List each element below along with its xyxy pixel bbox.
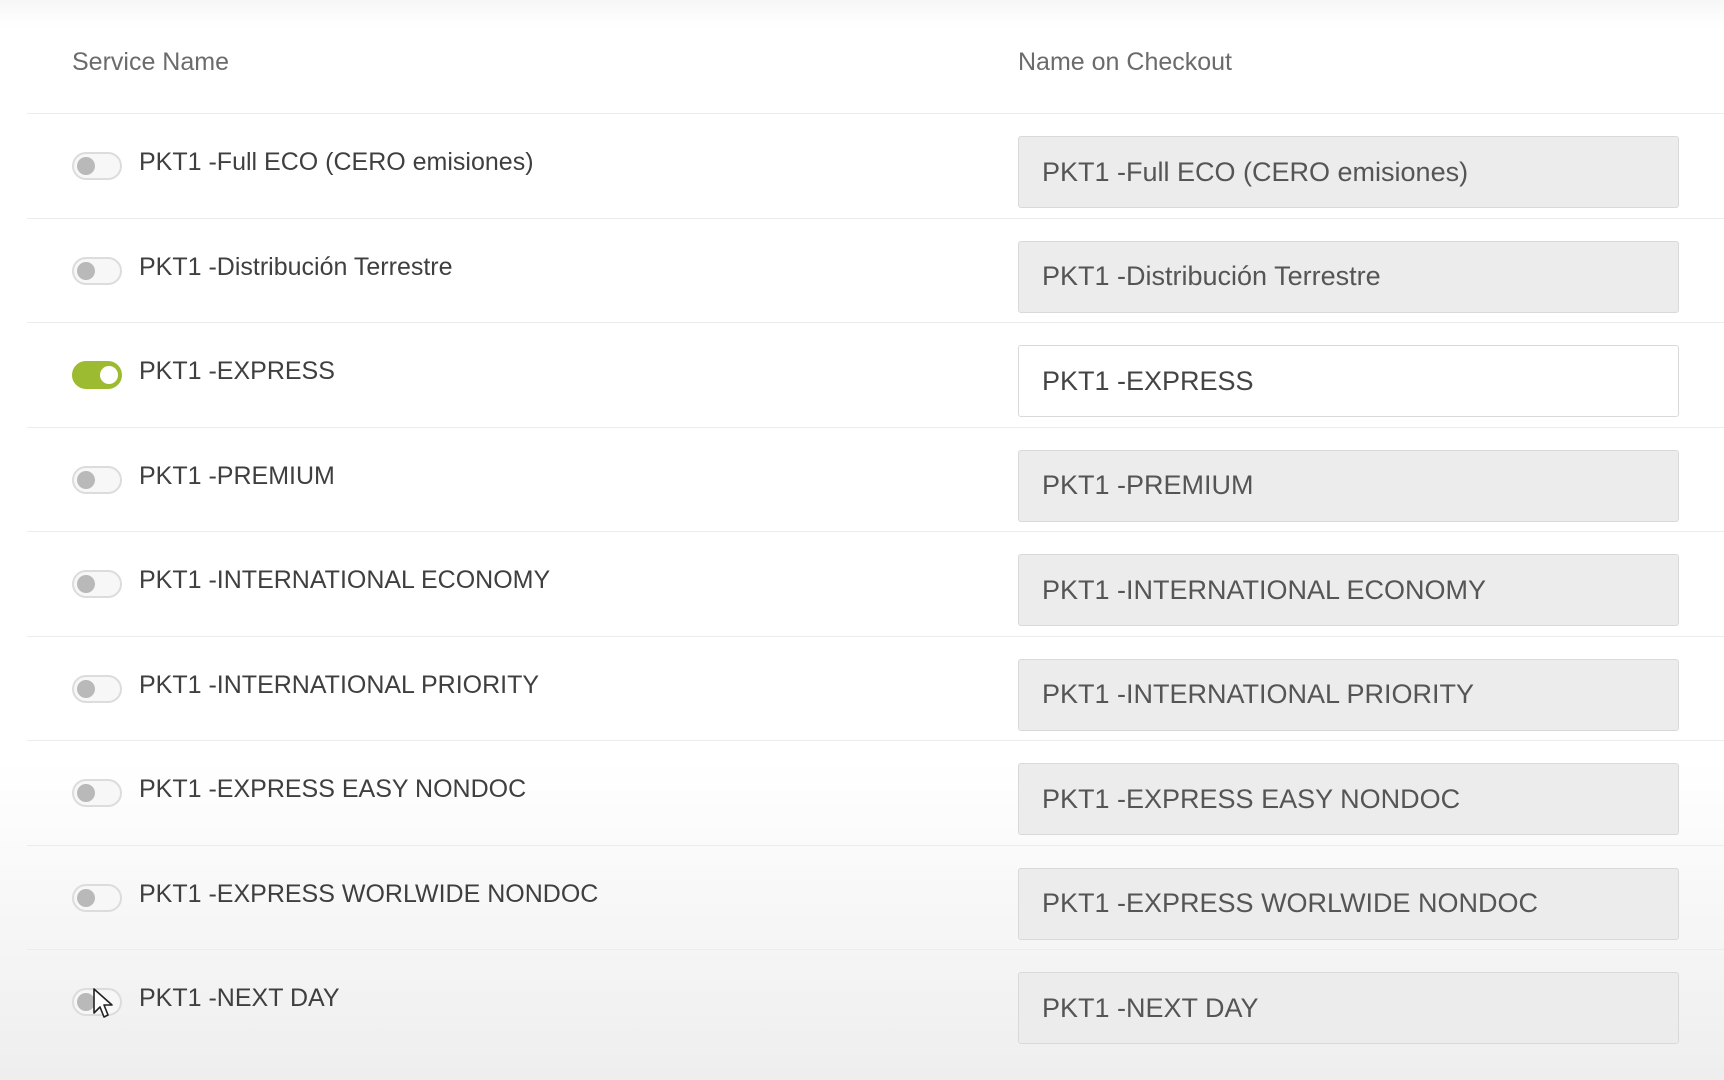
- toggle-knob: [77, 261, 95, 280]
- toggle-knob: [100, 366, 118, 384]
- service-toggle[interactable]: [72, 779, 122, 807]
- checkout-name-input[interactable]: [1018, 763, 1679, 835]
- service-name-label: PKT1 -INTERNATIONAL ECONOMY: [139, 566, 551, 594]
- toggle-knob: [77, 993, 95, 1011]
- service-toggle[interactable]: [72, 152, 122, 180]
- service-name-label: PKT1 -Distribución Terrestre: [139, 252, 453, 281]
- service-name-label: PKT1 -Full ECO (CERO emisiones): [139, 148, 534, 176]
- service-toggle[interactable]: [72, 256, 122, 285]
- toggle-knob: [77, 784, 95, 802]
- table-row: PKT1 -PREMIUM: [27, 428, 1724, 532]
- toggle-knob: [77, 157, 95, 175]
- checkout-name-input[interactable]: [1018, 240, 1679, 313]
- service-name-label: PKT1 -INTERNATIONAL PRIORITY: [139, 670, 540, 699]
- table-row: PKT1 -Distribución Terrestre: [27, 219, 1724, 323]
- table-row: PKT1 -Full ECO (CERO emisiones): [27, 114, 1724, 219]
- column-header-name-on-checkout: Name on Checkout: [1018, 48, 1233, 76]
- service-name-label: PKT1 -PREMIUM: [139, 461, 335, 490]
- service-name-label: PKT1 -NEXT DAY: [139, 984, 340, 1012]
- checkout-name-input[interactable]: [1018, 449, 1679, 522]
- service-toggle[interactable]: [72, 361, 122, 389]
- checkout-name-input[interactable]: [1018, 867, 1679, 940]
- checkout-name-input[interactable]: [1018, 972, 1679, 1044]
- service-name-label: PKT1 -EXPRESS: [139, 357, 335, 385]
- service-rows: PKT1 -Full ECO (CERO emisiones) PKT1 -Di…: [27, 114, 1724, 1054]
- toggle-knob: [77, 888, 95, 907]
- table-row: PKT1 -NEXT DAY: [27, 950, 1724, 1054]
- table-row: PKT1 -INTERNATIONAL PRIORITY: [27, 637, 1724, 741]
- service-toggle[interactable]: [72, 674, 122, 703]
- table-row: PKT1 -EXPRESS EASY NONDOC: [27, 741, 1724, 846]
- checkout-name-input[interactable]: [1018, 345, 1679, 417]
- checkout-name-input[interactable]: [1018, 658, 1679, 731]
- table-header: Service Name Name on Checkout: [27, 0, 1724, 114]
- service-name-label: PKT1 -EXPRESS WORLWIDE NONDOC: [139, 879, 599, 908]
- column-header-service-name: Service Name: [72, 48, 229, 76]
- table-row: PKT1 -EXPRESS: [27, 323, 1724, 428]
- toggle-knob: [77, 679, 95, 698]
- table-row: PKT1 -EXPRESS WORLWIDE NONDOC: [27, 846, 1724, 950]
- toggle-knob: [77, 470, 95, 489]
- table-row: PKT1 -INTERNATIONAL ECONOMY: [27, 532, 1724, 637]
- service-toggle[interactable]: [72, 465, 122, 494]
- shipping-services-table: Service Name Name on Checkout PKT1 -Full…: [27, 0, 1724, 1054]
- checkout-name-input[interactable]: [1018, 136, 1679, 208]
- service-toggle[interactable]: [72, 988, 122, 1016]
- service-name-label: PKT1 -EXPRESS EASY NONDOC: [139, 775, 527, 803]
- service-toggle[interactable]: [72, 883, 122, 912]
- checkout-name-input[interactable]: [1018, 554, 1679, 626]
- service-toggle[interactable]: [72, 570, 122, 598]
- toggle-knob: [77, 575, 95, 593]
